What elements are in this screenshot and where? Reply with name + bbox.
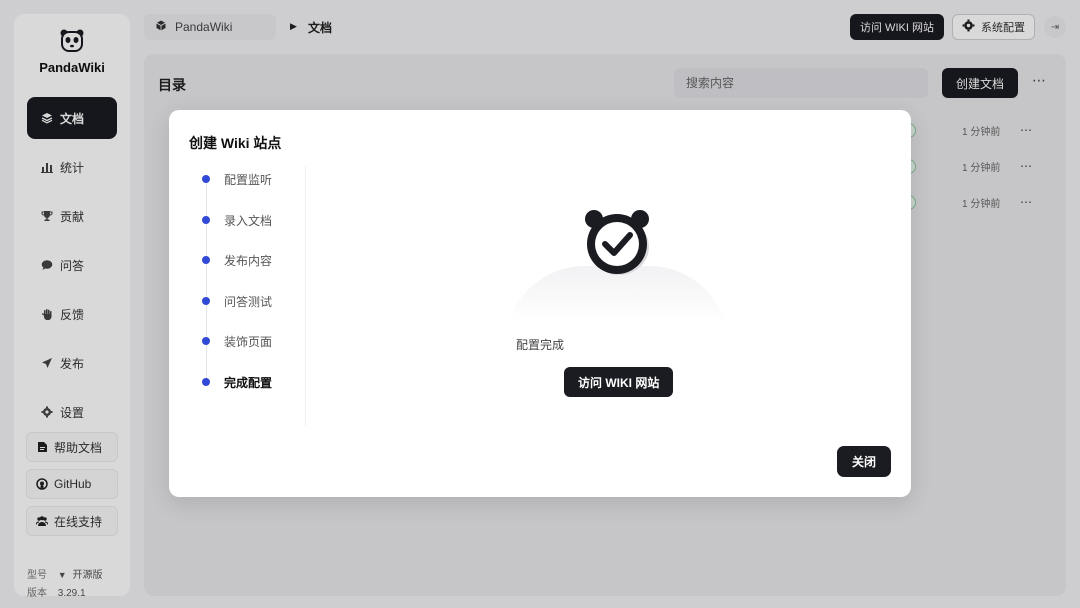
visit-wiki-site-button[interactable]: 访问 WIKI 网站 (564, 367, 674, 397)
panda-check-icon (585, 210, 649, 275)
step-dot (202, 216, 210, 224)
step-item: 问答测试 (197, 292, 272, 310)
step-item: 录入文档 (197, 211, 272, 229)
step-label: 录入文档 (224, 213, 273, 228)
modal-title: 创建 Wiki 站点 (189, 135, 282, 151)
step-dot (202, 337, 210, 345)
glow-decoration (505, 266, 729, 346)
step-dot (202, 175, 210, 183)
step-label: 问答测试 (224, 294, 273, 309)
success-message: 配置完成 (515, 338, 564, 352)
step-dot (202, 297, 210, 305)
step-list: 配置监听 录入文档 发布内容 问答测试 装饰页面 完成配置 (197, 170, 307, 426)
step-label: 发布内容 (224, 253, 273, 268)
step-item: 配置监听 (197, 170, 272, 188)
step-label: 完成配置 (224, 375, 273, 390)
step-item-current: 完成配置 (197, 373, 272, 391)
step-item: 发布内容 (197, 251, 272, 269)
divider (305, 166, 306, 426)
create-wiki-modal: 创建 Wiki 站点 配置监听 录入文档 发布内容 问答测试 装饰页面 完成配置 (169, 110, 911, 497)
step-label: 配置监听 (224, 172, 273, 187)
success-illustration (505, 206, 729, 346)
step-dot (202, 256, 210, 264)
step-dot (202, 378, 210, 386)
close-button[interactable]: 关闭 (837, 446, 891, 477)
